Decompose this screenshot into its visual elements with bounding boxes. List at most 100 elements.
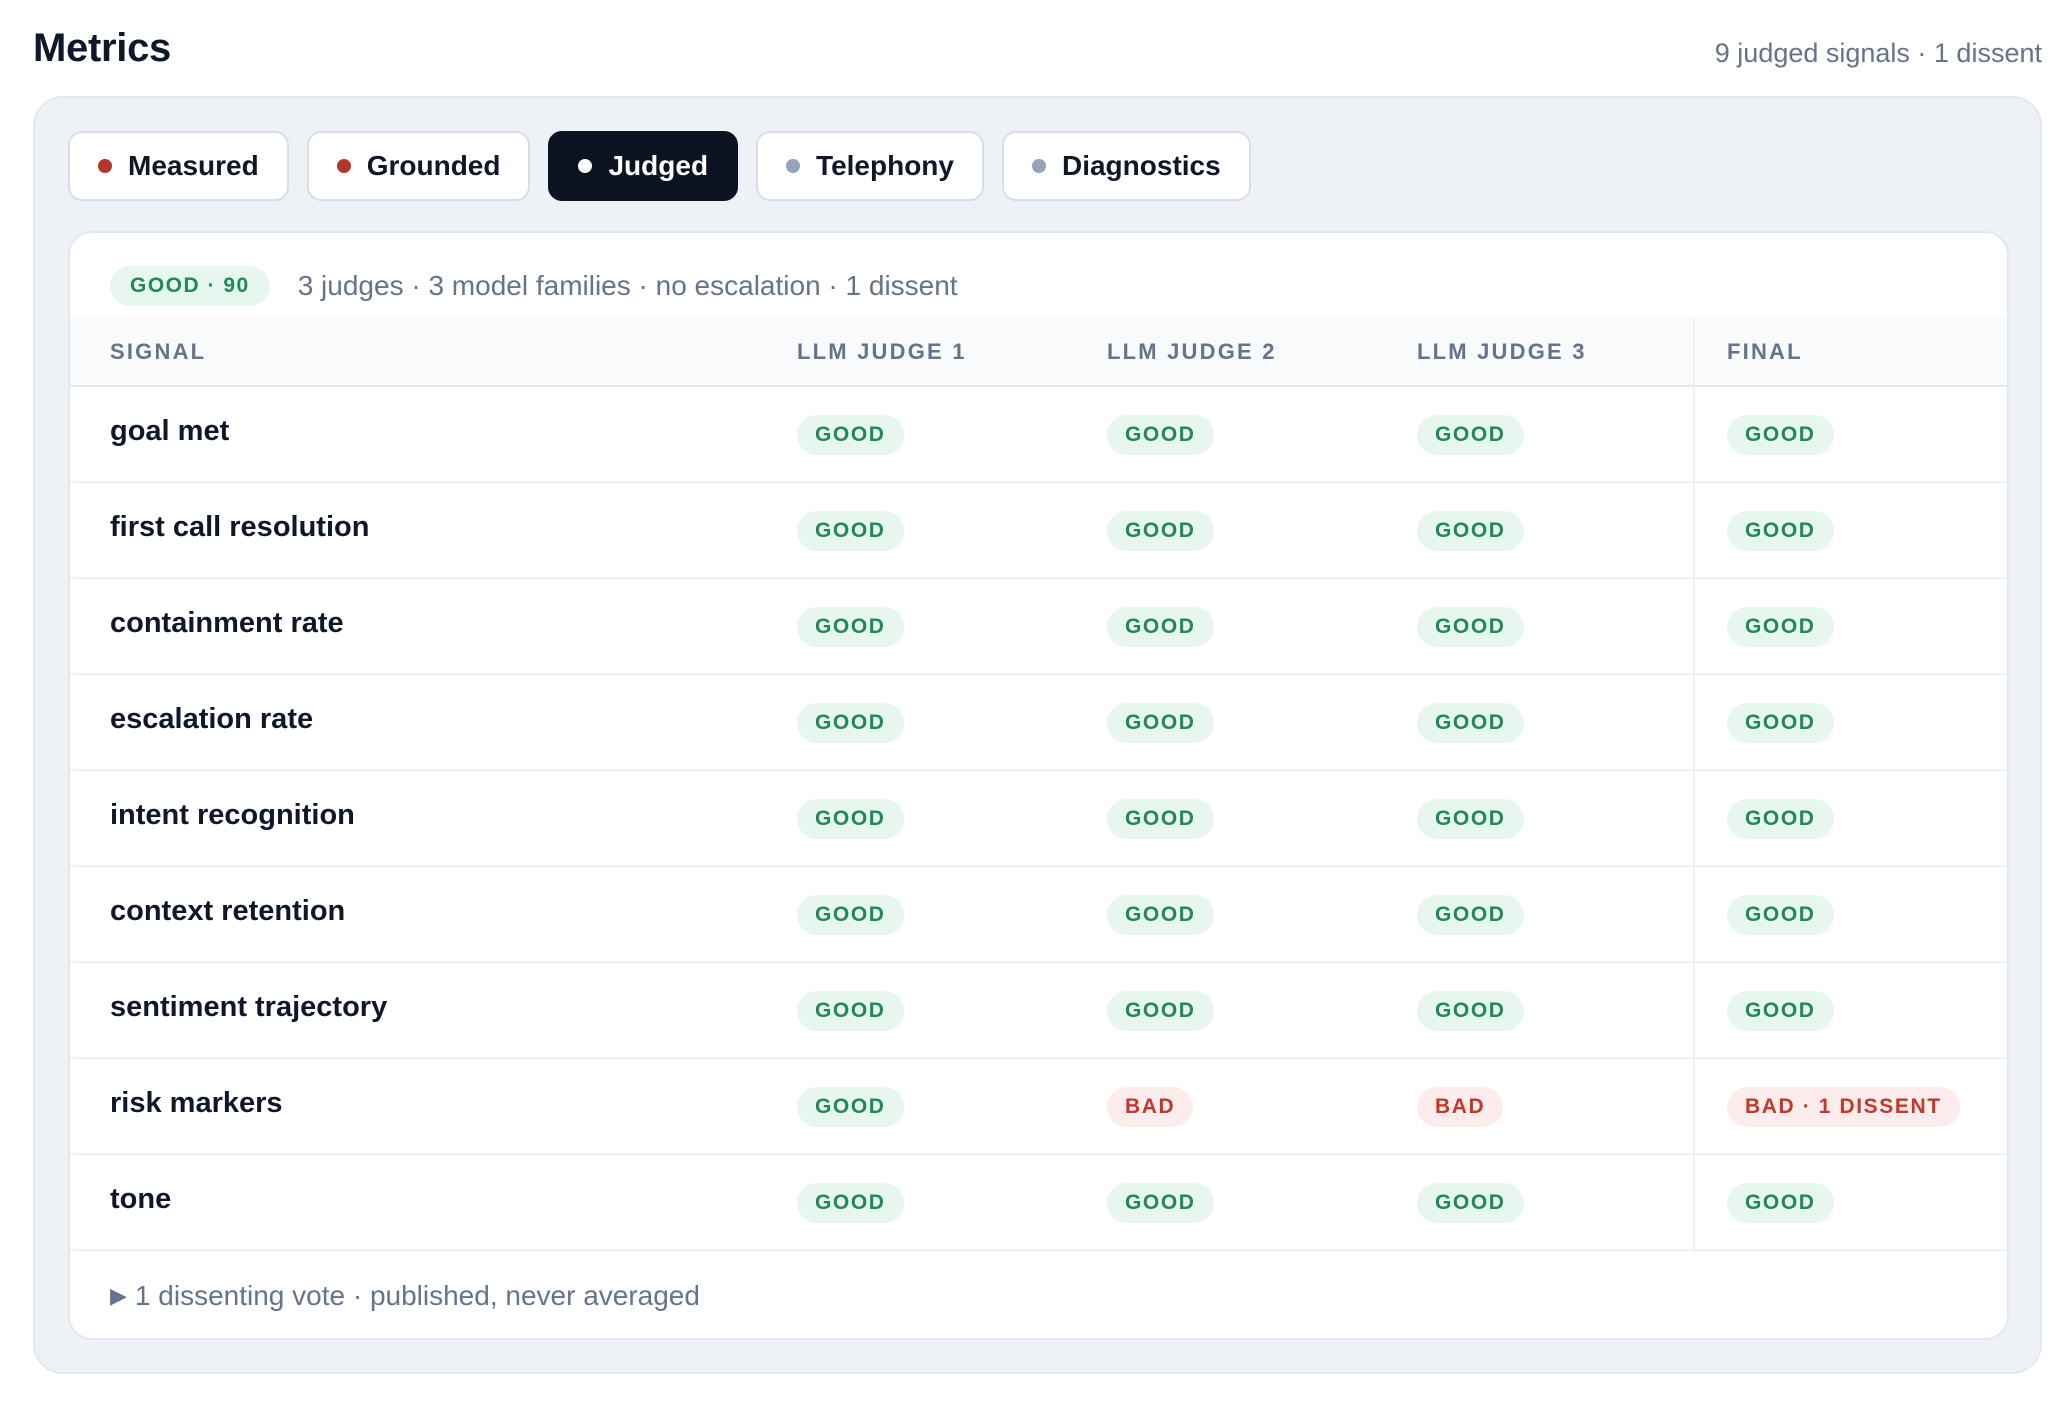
judge-3-verdict-badge: GOOD	[1417, 991, 1524, 1031]
final-verdict-cell: GOOD	[1727, 867, 1834, 963]
tab-diagnostics[interactable]: Diagnostics	[1001, 131, 1251, 201]
judge-1-verdict-badge: GOOD	[797, 703, 904, 743]
signal-cell: intent recognition	[110, 771, 355, 867]
judge-1-verdict-cell: GOOD	[797, 675, 904, 771]
judge-3-verdict-badge: GOOD	[1417, 703, 1524, 743]
judge-2-verdict-cell: GOOD	[1107, 771, 1214, 867]
judge-2-verdict-badge: GOOD	[1107, 511, 1214, 551]
judge-3-verdict-cell: GOOD	[1417, 483, 1524, 579]
signal-cell: sentiment trajectory	[110, 963, 387, 1059]
final-verdict-cell: BAD · 1 DISSENT	[1727, 1059, 1960, 1155]
table-row: risk markers GOOD BAD BAD BAD · 1 DISSENT	[70, 1059, 2007, 1155]
table-row: first call resolution GOOD GOOD GOOD GOOD	[70, 483, 2007, 579]
final-verdict-badge: GOOD	[1727, 895, 1834, 935]
status-dot-icon	[336, 159, 351, 173]
final-verdict-badge: GOOD	[1727, 991, 1834, 1031]
signal-cell: containment rate	[110, 579, 344, 675]
table-row: containment rate GOOD GOOD GOOD GOOD	[70, 579, 2007, 675]
judge-2-verdict-cell: GOOD	[1107, 387, 1214, 483]
signal-cell: tone	[110, 1155, 171, 1251]
signal-cell: first call resolution	[110, 483, 369, 579]
column-header-judge-3: LLM JUDGE 3	[1417, 339, 1587, 364]
tab-judged[interactable]: Judged	[548, 131, 739, 201]
judge-2-verdict-badge: GOOD	[1107, 895, 1214, 935]
final-verdict-badge: GOOD	[1727, 511, 1834, 551]
table-row: escalation rate GOOD GOOD GOOD GOOD	[70, 675, 2007, 771]
judge-3-verdict-badge: GOOD	[1417, 799, 1524, 839]
judge-3-verdict-badge: GOOD	[1417, 1183, 1524, 1223]
dissent-disclosure[interactable]: ▶ 1 dissenting vote · published, never a…	[110, 1273, 700, 1319]
table-body: goal met GOOD GOOD GOOD GOOD first call resol…	[70, 387, 2007, 1251]
status-dot-icon	[578, 159, 593, 173]
judge-2-verdict-cell: GOOD	[1107, 963, 1214, 1059]
judge-2-verdict-cell: GOOD	[1107, 867, 1214, 963]
signal-name: containment rate	[110, 606, 344, 639]
judge-1-verdict-cell: GOOD	[797, 579, 904, 675]
judge-3-verdict-badge: GOOD	[1417, 607, 1524, 647]
signal-name: sentiment trajectory	[110, 990, 388, 1023]
signal-name: first call resolution	[110, 510, 370, 543]
judge-3-verdict-cell: GOOD	[1417, 963, 1524, 1059]
tab-label: Measured	[128, 150, 259, 181]
tab-telephony[interactable]: Telephony	[756, 131, 984, 201]
judge-1-verdict-badge: GOOD	[797, 1087, 904, 1127]
judge-3-verdict-badge: GOOD	[1417, 415, 1524, 455]
table-row: goal met GOOD GOOD GOOD GOOD	[70, 387, 2007, 483]
judge-2-verdict-cell: GOOD	[1107, 675, 1214, 771]
signal-name: tone	[110, 1182, 172, 1215]
final-verdict-cell: GOOD	[1727, 483, 1834, 579]
category-tabs: Measured Grounded Judged Telephony Diagnosti…	[68, 131, 1251, 201]
signal-name: risk markers	[110, 1086, 283, 1119]
table-row: context retention GOOD GOOD GOOD GOOD	[70, 867, 2007, 963]
signal-name: intent recognition	[110, 798, 355, 831]
tab-grounded[interactable]: Grounded	[306, 131, 531, 201]
final-verdict-cell: GOOD	[1727, 675, 1834, 771]
signals-table: SIGNAL LLM JUDGE 1 LLM JUDGE 2 LLM JUDGE…	[70, 317, 2007, 1251]
judge-2-verdict-badge: GOOD	[1107, 415, 1214, 455]
judge-1-verdict-badge: GOOD	[797, 511, 904, 551]
tab-label: Judged	[608, 150, 709, 181]
judge-3-verdict-cell: GOOD	[1417, 771, 1524, 867]
judge-1-verdict-badge: GOOD	[797, 991, 904, 1031]
page-summary: 9 judged signals · 1 dissent	[1714, 38, 2042, 68]
column-header-final: FINAL	[1727, 339, 1803, 364]
dissent-disclosure-text: 1 dissenting vote · published, never ave…	[134, 1280, 700, 1311]
judge-3-verdict-cell: GOOD	[1417, 387, 1524, 483]
metrics-panel: Measured Grounded Judged Telephony Diagnosti…	[33, 96, 2042, 1374]
column-header-judge-2: LLM JUDGE 2	[1107, 339, 1277, 364]
judge-1-verdict-cell: GOOD	[797, 387, 904, 483]
signal-name: escalation rate	[110, 702, 314, 735]
table-row: intent recognition GOOD GOOD GOOD GOOD	[70, 771, 2007, 867]
judge-2-verdict-cell: GOOD	[1107, 579, 1214, 675]
judge-1-verdict-cell: GOOD	[797, 771, 904, 867]
judge-summary: GOOD · 90 3 judges · 3 model families · …	[110, 265, 958, 307]
judge-3-verdict-badge: BAD	[1417, 1087, 1504, 1127]
final-column-divider	[1693, 317, 1695, 1253]
judge-2-verdict-badge: GOOD	[1107, 703, 1214, 743]
judge-2-verdict-badge: GOOD	[1107, 799, 1214, 839]
table-header: SIGNAL LLM JUDGE 1 LLM JUDGE 2 LLM JUDGE…	[70, 317, 2007, 387]
final-verdict-badge: BAD · 1 DISSENT	[1727, 1087, 1960, 1127]
judge-1-verdict-badge: GOOD	[797, 895, 904, 935]
signal-cell: risk markers	[110, 1059, 283, 1155]
judge-1-verdict-cell: GOOD	[797, 867, 904, 963]
judge-3-verdict-cell: GOOD	[1417, 1155, 1524, 1251]
judge-1-verdict-badge: GOOD	[797, 1183, 904, 1223]
column-header-judge-1: LLM JUDGE 1	[797, 339, 967, 364]
overall-score-badge: GOOD · 90	[110, 266, 270, 306]
signal-cell: context retention	[110, 867, 345, 963]
tab-measured[interactable]: Measured	[68, 131, 289, 201]
judge-1-verdict-badge: GOOD	[797, 415, 904, 455]
page-header: Metrics 9 judged signals · 1 dissent	[33, 24, 2042, 80]
judge-1-verdict-badge: GOOD	[797, 607, 904, 647]
judge-2-verdict-badge: GOOD	[1107, 1183, 1214, 1223]
signal-cell: escalation rate	[110, 675, 313, 771]
final-verdict-cell: GOOD	[1727, 771, 1834, 867]
judge-1-verdict-cell: GOOD	[797, 483, 904, 579]
final-verdict-cell: GOOD	[1727, 387, 1834, 483]
status-dot-icon	[98, 159, 112, 173]
disclosure-triangle-icon: ▶	[110, 1283, 127, 1308]
judge-2-verdict-badge: BAD	[1107, 1087, 1194, 1127]
judge-1-verdict-cell: GOOD	[797, 1155, 904, 1251]
judge-2-verdict-cell: BAD	[1107, 1059, 1194, 1155]
